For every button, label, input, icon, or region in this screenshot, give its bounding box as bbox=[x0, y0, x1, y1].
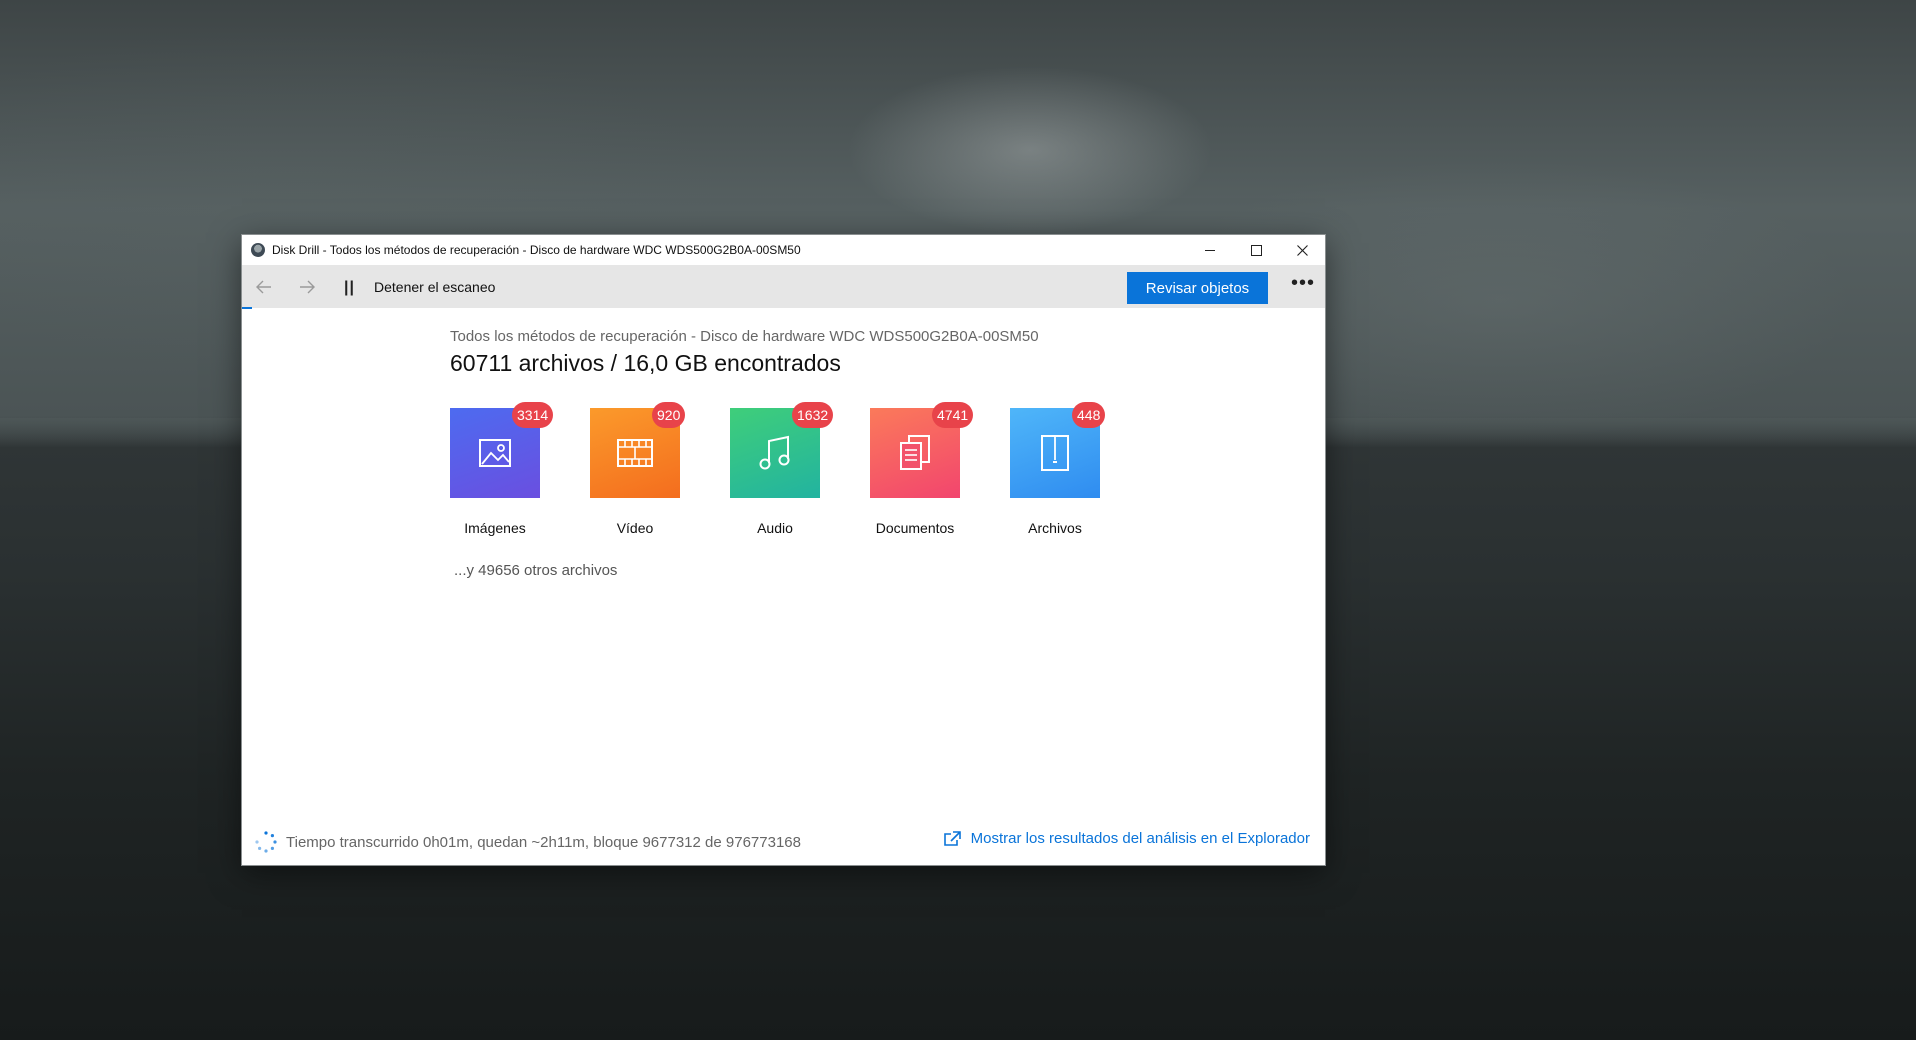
show-in-explorer-link[interactable]: Mostrar los resultados del análisis en e… bbox=[943, 830, 1310, 847]
image-icon bbox=[479, 439, 511, 467]
other-files-link[interactable]: ...y 49656 otros archivos bbox=[454, 562, 617, 579]
stop-scan-button[interactable]: Detener el escaneo bbox=[374, 279, 495, 295]
more-options-icon[interactable]: ••• bbox=[1291, 273, 1315, 293]
count-badge: 920 bbox=[652, 402, 686, 428]
pause-icon[interactable]: || bbox=[344, 279, 355, 297]
loading-spinner-icon bbox=[255, 831, 277, 853]
title-bar[interactable]: Disk Drill - Todos los métodos de recupe… bbox=[242, 235, 1325, 265]
count-badge: 448 bbox=[1072, 402, 1106, 428]
disk-drill-app-icon bbox=[251, 243, 265, 257]
category-audio[interactable]: 1632 Audio bbox=[695, 402, 835, 538]
scan-status: Tiempo transcurrido 0h01m, quedan ~2h11m… bbox=[254, 830, 801, 854]
category-label: Audio bbox=[757, 520, 793, 536]
found-summary: 60711 archivos / 16,0 GB encontrados bbox=[450, 350, 841, 376]
category-images[interactable]: 3314 Imágenes bbox=[415, 402, 555, 538]
show-in-explorer-label[interactable]: Mostrar los resultados del análisis en e… bbox=[971, 830, 1310, 847]
open-external-icon bbox=[943, 830, 961, 846]
category-documents[interactable]: 4741 Documentos bbox=[835, 402, 975, 538]
category-label: Documentos bbox=[875, 520, 955, 536]
documents-icon bbox=[900, 435, 930, 470]
close-button[interactable] bbox=[1279, 235, 1325, 265]
desktop-background: Disk Drill - Todos los métodos de recupe… bbox=[0, 0, 1916, 1040]
category-archives[interactable]: 448 Archivos bbox=[975, 402, 1115, 538]
scan-progress-indicator bbox=[242, 307, 252, 309]
category-label: Vídeo bbox=[616, 520, 654, 536]
minimize-icon bbox=[1205, 249, 1215, 251]
scan-status-text: Tiempo transcurrido 0h01m, quedan ~2h11m… bbox=[286, 833, 801, 851]
category-video[interactable]: 920 Vídeo bbox=[555, 402, 695, 538]
disk-drill-window: Disk Drill - Todos los métodos de recupe… bbox=[242, 235, 1325, 865]
category-label: Imágenes bbox=[464, 520, 526, 536]
count-badge: 4741 bbox=[932, 402, 974, 428]
maximize-icon bbox=[1250, 244, 1262, 256]
scan-subtitle: Todos los métodos de recuperación - Disc… bbox=[450, 328, 1039, 345]
arrow-left-icon bbox=[256, 280, 271, 293]
archive-icon bbox=[1041, 435, 1069, 471]
maximize-button[interactable] bbox=[1233, 235, 1279, 265]
forward-button[interactable] bbox=[287, 265, 327, 308]
back-button[interactable] bbox=[244, 265, 284, 308]
music-note-icon bbox=[759, 435, 790, 470]
category-label: Archivos bbox=[1028, 520, 1082, 536]
close-icon bbox=[1296, 244, 1308, 256]
window-controls bbox=[1187, 235, 1325, 265]
film-icon bbox=[617, 439, 653, 467]
window-title: Disk Drill - Todos los métodos de recupe… bbox=[272, 243, 801, 257]
arrow-right-icon bbox=[300, 280, 315, 293]
review-items-button[interactable]: Revisar objetos bbox=[1127, 272, 1268, 304]
minimize-button[interactable] bbox=[1187, 235, 1233, 265]
toolbar: || Detener el escaneo Revisar objetos ••… bbox=[242, 265, 1325, 308]
count-badge: 3314 bbox=[512, 402, 554, 428]
count-badge: 1632 bbox=[792, 402, 834, 428]
